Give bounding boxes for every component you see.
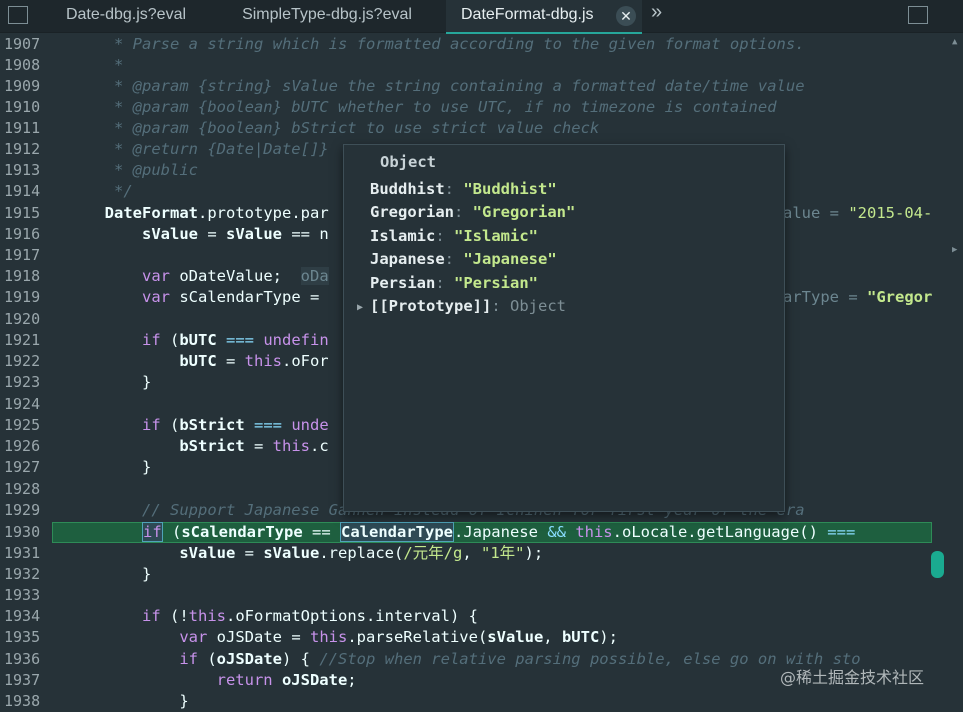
vertical-scrollbar[interactable] — [947, 33, 963, 708]
tooltip-entry[interactable]: Gregorian: "Gregorian" — [370, 201, 575, 224]
code-line: var oJSDate = this.parseRelative(sValue,… — [179, 628, 618, 646]
debug-hover-tooltip[interactable]: Object Buddhist: "Buddhist" Gregorian: "… — [343, 144, 785, 512]
tooltip-entry[interactable]: Islamic: "Islamic" — [370, 225, 538, 248]
scroll-up-icon[interactable]: ▲ — [952, 37, 957, 47]
tooltip-title: Object — [380, 153, 436, 171]
code-line-paused: if (sCalendarType == CalendarType.Japane… — [142, 522, 856, 542]
watermark: @稀土掘金技术社区 — [780, 668, 925, 687]
tab-dateformat-dbg[interactable]: DateFormat-dbg.js ✕ — [446, 0, 642, 34]
line-number[interactable]: 1917 — [4, 245, 40, 266]
line-number[interactable]: 1935 — [4, 627, 40, 648]
toggle-panel-icon[interactable] — [908, 6, 928, 24]
code-line: * — [114, 56, 124, 74]
tab-label: DateFormat-dbg.js — [461, 6, 594, 23]
line-number[interactable]: 1932 — [4, 564, 40, 585]
line-number[interactable]: 1920 — [4, 309, 40, 330]
line-number[interactable]: 1916 — [4, 224, 40, 245]
expand-triangle-icon[interactable]: ▶ — [357, 302, 363, 313]
close-icon[interactable]: ✕ — [616, 6, 636, 26]
line-number[interactable]: 1936 — [4, 649, 40, 670]
line-number[interactable]: 1928 — [4, 479, 40, 500]
code-line: * @param {boolean} bUTC whether to use U… — [114, 98, 777, 116]
line-number[interactable]: 1909 — [4, 76, 40, 97]
tab-bar: Date-dbg.js?eval SimpleType-dbg.js?eval … — [0, 0, 963, 34]
scroll-marker-icon: ▶ — [952, 245, 958, 255]
line-number[interactable]: 1931 — [4, 543, 40, 564]
tab-overflow-icon[interactable]: » — [651, 1, 662, 24]
code-line: if (!this.oFormatOptions.interval) { — [142, 607, 478, 625]
line-number[interactable]: 1914 — [4, 181, 40, 202]
line-number[interactable]: 1912 — [4, 139, 40, 160]
line-number[interactable]: 1919 — [4, 287, 40, 308]
line-number[interactable]: 1923 — [4, 372, 40, 393]
line-number[interactable]: 1933 — [4, 585, 40, 606]
code-line: * Parse a string which is formatted acco… — [114, 35, 805, 53]
toggle-sidebar-icon[interactable] — [8, 6, 28, 24]
tooltip-entry[interactable]: Persian: "Persian" — [370, 272, 538, 295]
code-line: } — [179, 692, 189, 710]
line-number[interactable]: 1924 — [4, 394, 40, 415]
inline-debug-value: alue = "2015-04- — [783, 204, 933, 222]
line-number[interactable]: 1910 — [4, 97, 40, 118]
line-number[interactable]: 1938 — [4, 691, 40, 712]
minimap-scroll-thumb[interactable] — [931, 551, 944, 578]
line-number[interactable]: 1930 — [4, 522, 40, 543]
inline-debug-value: arType = "Gregor — [783, 288, 933, 306]
code-line: * @param {boolean} bStrict to use strict… — [114, 119, 600, 137]
line-number[interactable]: 1921 — [4, 330, 40, 351]
tab-simpletype-dbg[interactable]: SimpleType-dbg.js?eval — [214, 0, 440, 32]
code-line: * @param {string} sValue the string cont… — [114, 77, 805, 95]
line-number[interactable]: 1925 — [4, 415, 40, 436]
line-number[interactable]: 1915 — [4, 203, 40, 224]
line-number[interactable]: 1908 — [4, 55, 40, 76]
tooltip-entry[interactable]: Buddhist: "Buddhist" — [370, 178, 557, 201]
tab-label: SimpleType-dbg.js?eval — [242, 6, 412, 23]
line-number[interactable]: 1934 — [4, 606, 40, 627]
line-number[interactable]: 1927 — [4, 457, 40, 478]
line-number[interactable]: 1907 — [4, 34, 40, 55]
line-number[interactable]: 1922 — [4, 351, 40, 372]
tooltip-entry[interactable]: Japanese: "Japanese" — [370, 248, 557, 271]
code-line: sValue = sValue.replace(/元年/g, "1年"); — [179, 544, 544, 562]
line-number[interactable]: 1913 — [4, 160, 40, 181]
line-number[interactable]: 1926 — [4, 436, 40, 457]
line-number[interactable]: 1918 — [4, 266, 40, 287]
line-number[interactable]: 1911 — [4, 118, 40, 139]
tooltip-prototype-entry[interactable]: [[Prototype]]: Object — [370, 295, 566, 318]
line-number-gutter[interactable]: 1907 1908 1909 1910 1911 1912 1913 1914 … — [0, 33, 56, 710]
line-number[interactable]: 1929 — [4, 500, 40, 521]
code-line: } — [142, 565, 152, 583]
tab-date-dbg[interactable]: Date-dbg.js?eval — [40, 0, 212, 32]
line-number[interactable]: 1937 — [4, 670, 40, 691]
tab-label: Date-dbg.js?eval — [65, 6, 187, 23]
